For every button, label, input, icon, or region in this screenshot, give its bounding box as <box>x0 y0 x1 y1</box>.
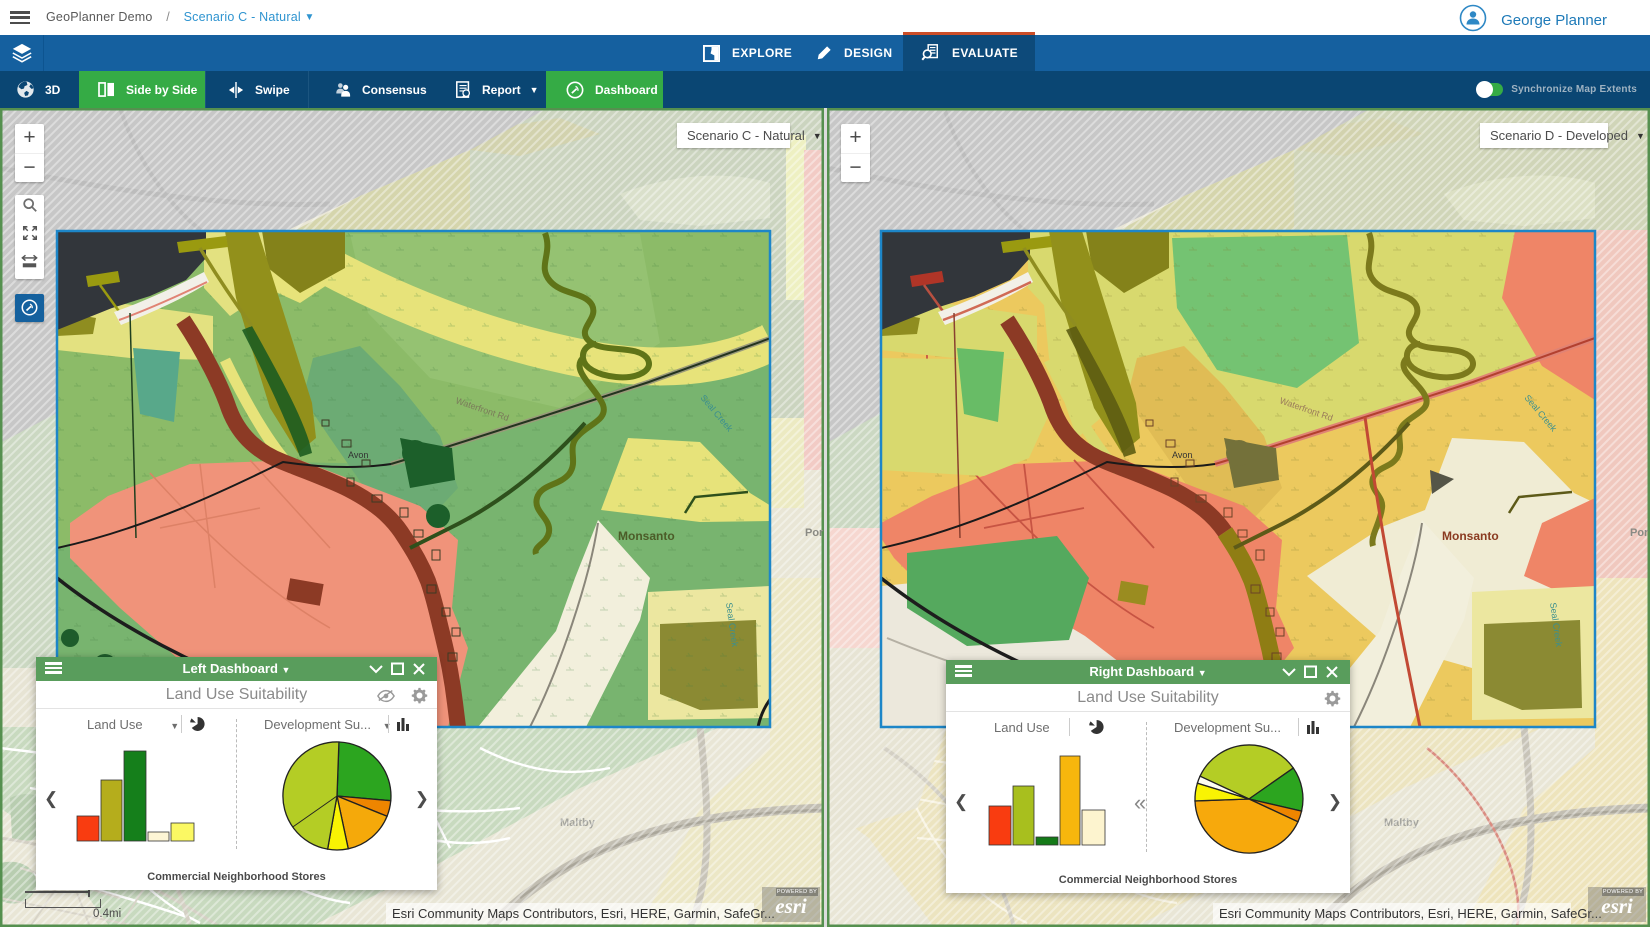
svg-text:Por: Por <box>805 527 824 539</box>
svg-text:Avon: Avon <box>1172 450 1192 460</box>
svg-text:Monsanto: Monsanto <box>1442 529 1499 543</box>
svg-text:Por: Por <box>1630 527 1649 539</box>
svg-text:Monsanto: Monsanto <box>618 529 675 543</box>
svg-text:Avon: Avon <box>348 450 368 460</box>
